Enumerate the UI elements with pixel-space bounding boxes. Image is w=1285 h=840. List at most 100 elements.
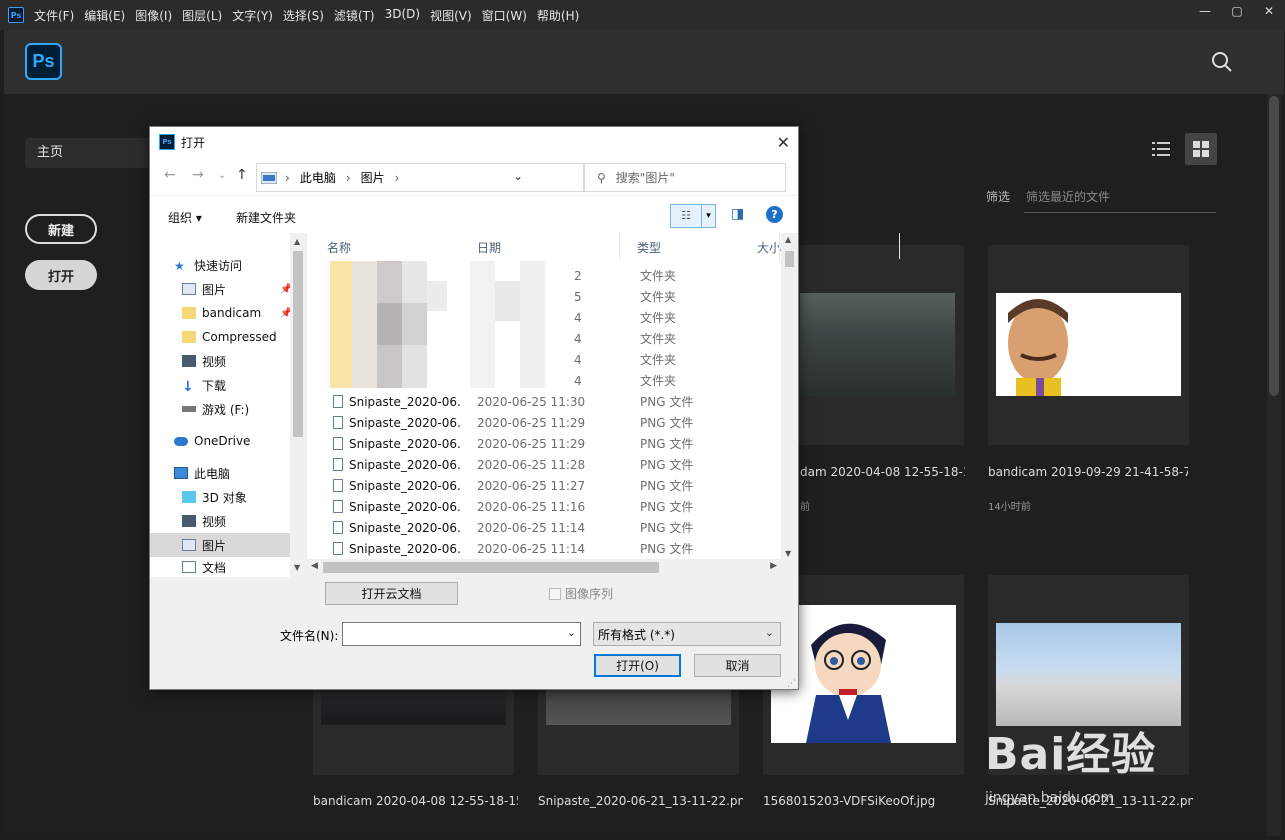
filename-dropdown-icon[interactable]: ⌄ bbox=[567, 626, 576, 639]
cloud-icon bbox=[174, 436, 188, 446]
menu-type[interactable]: 文字(Y) bbox=[232, 7, 273, 24]
recent-file-card[interactable] bbox=[988, 245, 1189, 445]
column-name[interactable]: 名称 bbox=[327, 239, 351, 256]
card-title: bandicam 2019-09-29 21-41-58-781.0... bbox=[988, 465, 1188, 479]
png-file-icon bbox=[333, 500, 343, 513]
dialog-open-button[interactable]: 打开(O) bbox=[594, 654, 681, 677]
list-item[interactable]: Snipaste_2020-06... 2020-06-25 11:29 PNG 文… bbox=[327, 433, 777, 454]
organize-button[interactable]: 组织 ▾ bbox=[168, 209, 202, 226]
open-file-dialog: Ps 打开 ✕ ← → ⌄ ↑ › 此电脑 › 图片 › ⌄ ↻ ⚲ 搜索"图片… bbox=[149, 126, 900, 690]
png-file-icon bbox=[333, 521, 343, 534]
menu-image[interactable]: 图像(I) bbox=[135, 7, 172, 24]
menu-help[interactable]: 帮助(H) bbox=[537, 7, 579, 24]
view-options-button[interactable]: ☷ ▾ bbox=[670, 204, 716, 228]
card-title: 1568015203-VDFSiKeoOf.jpg bbox=[763, 794, 936, 808]
menu-file[interactable]: 文件(F) bbox=[34, 7, 74, 24]
minimize-button[interactable]: — bbox=[1189, 0, 1221, 22]
card-title: bandicam 2020-04-08 12-55-18-158.0... bbox=[313, 794, 518, 808]
ps-logo: Ps bbox=[25, 43, 62, 80]
tree-item-pictures-pc[interactable]: 图片 bbox=[150, 533, 290, 557]
png-file-icon bbox=[333, 458, 343, 471]
new-button[interactable]: 新建 bbox=[25, 214, 97, 244]
workspace-scrollbar[interactable] bbox=[1267, 94, 1281, 836]
computer-icon bbox=[174, 467, 188, 479]
resize-grip-icon[interactable]: ⋰ bbox=[787, 679, 796, 689]
help-icon[interactable]: ? bbox=[766, 206, 783, 223]
new-folder-button[interactable]: 新建文件夹 bbox=[236, 209, 296, 226]
image-sequence-option[interactable]: 图像序列 bbox=[549, 585, 613, 602]
filename-input[interactable]: ⌄ bbox=[342, 622, 581, 646]
filter-label: 筛选 bbox=[986, 190, 1011, 204]
file-list-scrollbar[interactable]: ▲ ▼ bbox=[781, 233, 798, 563]
filetype-select[interactable]: 所有格式 (*.*) ⌄ bbox=[593, 622, 781, 646]
breadcrumb-sep-icon: › bbox=[345, 170, 351, 185]
dialog-close-icon[interactable]: ✕ bbox=[777, 133, 790, 152]
breadcrumb-pictures[interactable]: 图片 bbox=[361, 169, 385, 186]
card-time: 14小时前 bbox=[988, 502, 1031, 513]
file-list-hscrollbar[interactable]: ◀ ▶ bbox=[307, 559, 781, 576]
column-date[interactable]: 日期 bbox=[477, 239, 501, 256]
menu-filter[interactable]: 滤镜(T) bbox=[334, 7, 375, 24]
maximize-button[interactable]: ▢ bbox=[1221, 0, 1253, 22]
list-item[interactable]: Snipaste_2020-06... 2020-06-25 11:16 PNG 文… bbox=[327, 496, 777, 517]
back-arrow-icon[interactable]: ← bbox=[164, 167, 176, 183]
tree-scrollbar[interactable]: ▲ ▼ bbox=[290, 233, 306, 577]
filter-input[interactable]: 筛选最近的文件 bbox=[1024, 186, 1216, 213]
home-header bbox=[4, 30, 1284, 94]
dialog-cancel-button[interactable]: 取消 bbox=[694, 654, 781, 677]
list-view-icon[interactable] bbox=[1145, 133, 1177, 165]
menu-view[interactable]: 视图(V) bbox=[430, 7, 472, 24]
menu-edit[interactable]: 编辑(E) bbox=[84, 7, 125, 24]
menu-select[interactable]: 选择(S) bbox=[283, 7, 324, 24]
list-item[interactable]: Snipaste_2020-06... 2020-06-25 11:27 PNG 文… bbox=[327, 475, 777, 496]
folder-icon bbox=[182, 307, 196, 319]
png-file-icon bbox=[333, 416, 343, 429]
menu-window[interactable]: 窗口(W) bbox=[482, 7, 527, 24]
column-size[interactable]: 大小 bbox=[757, 239, 781, 256]
download-icon: ↓ bbox=[182, 379, 194, 395]
dialog-toolbar: 组织 ▾ 新建文件夹 ☷ ▾ ◨ ? bbox=[150, 195, 798, 233]
sidebar-item-home[interactable]: 主页 bbox=[25, 138, 160, 168]
address-bar[interactable]: › 此电脑 › 图片 › ⌄ ↻ bbox=[256, 163, 672, 192]
list-item[interactable]: Snipaste_2020-06... 2020-06-25 11:28 PNG 文… bbox=[327, 454, 777, 475]
open-cloud-doc-button[interactable]: 打开云文档 bbox=[325, 582, 458, 605]
main-menu: 文件(F) 编辑(E) 图像(I) 图层(L) 文字(Y) 选择(S) 滤镜(T… bbox=[34, 7, 589, 24]
menu-layer[interactable]: 图层(L) bbox=[182, 7, 222, 24]
breadcrumb-this-pc[interactable]: 此电脑 bbox=[300, 169, 336, 186]
search-placeholder: 搜索"图片" bbox=[615, 171, 675, 185]
thumbnail-image bbox=[996, 623, 1181, 726]
thumbnail-image bbox=[800, 293, 955, 396]
png-file-icon bbox=[333, 395, 343, 408]
forward-arrow-icon[interactable]: → bbox=[192, 167, 204, 183]
history-chevron-icon[interactable]: ⌄ bbox=[218, 170, 226, 181]
baidu-watermark: Bai经验 bbox=[985, 729, 1157, 780]
thumbnail-image bbox=[996, 293, 1181, 396]
grid-view-icon[interactable] bbox=[1185, 133, 1217, 165]
image-sequence-checkbox[interactable] bbox=[549, 587, 561, 600]
close-button[interactable]: ✕ bbox=[1253, 0, 1285, 22]
png-file-icon bbox=[333, 542, 343, 555]
open-button[interactable]: 打开 bbox=[25, 260, 97, 290]
filetype-value: 所有格式 (*.*) bbox=[598, 627, 675, 642]
cube-icon bbox=[182, 491, 196, 503]
column-type[interactable]: 类型 bbox=[637, 239, 661, 256]
view-toggle bbox=[1145, 133, 1217, 165]
up-arrow-icon[interactable]: ↑ bbox=[236, 167, 248, 183]
list-item[interactable]: Snipaste_2020-06... 2020-06-25 11:14 PNG 文… bbox=[327, 538, 777, 559]
address-dropdown-icon[interactable]: ⌄ bbox=[513, 169, 523, 183]
view-dropdown-icon: ▾ bbox=[701, 205, 715, 227]
dialog-title-bar: Ps 打开 ✕ bbox=[150, 127, 798, 157]
image-sequence-label: 图像序列 bbox=[565, 587, 614, 601]
filename-label: 文件名(N): bbox=[280, 629, 339, 643]
details-view-icon: ☷ bbox=[681, 209, 691, 222]
menu-3d[interactable]: 3D(D) bbox=[385, 7, 420, 24]
list-item[interactable]: Snipaste_2020-06... 2020-06-25 11:30 PNG 文… bbox=[327, 391, 777, 412]
folder-icon bbox=[182, 331, 196, 343]
png-file-icon bbox=[333, 479, 343, 492]
search-icon[interactable] bbox=[1211, 51, 1233, 73]
list-item[interactable]: Snipaste_2020-06... 2020-06-25 11:29 PNG 文… bbox=[327, 412, 777, 433]
list-item[interactable]: Snipaste_2020-06... 2020-06-25 11:14 PNG 文… bbox=[327, 517, 777, 538]
folder-search-input[interactable]: ⚲ 搜索"图片" bbox=[584, 163, 786, 192]
mosaic-redaction bbox=[330, 261, 545, 388]
preview-pane-icon[interactable]: ◨ bbox=[731, 206, 744, 222]
